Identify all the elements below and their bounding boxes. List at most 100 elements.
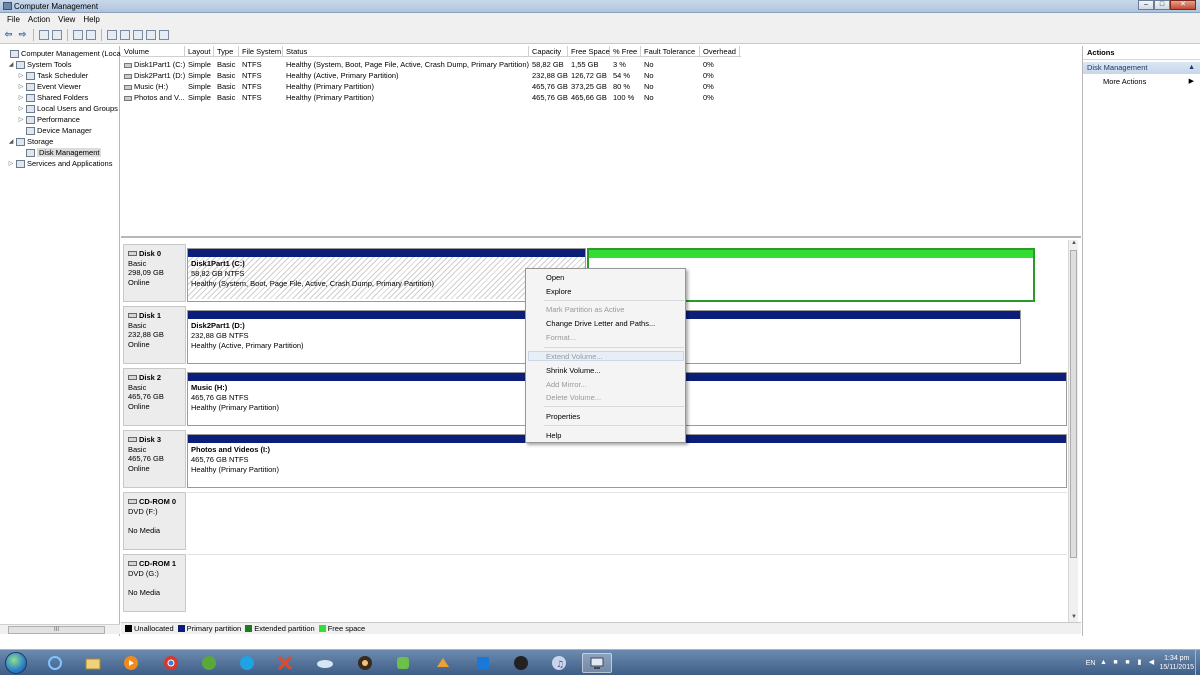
tree-item-device-manager[interactable]: Device Manager: [18, 125, 92, 136]
expand-arrow-icon[interactable]: ▷: [18, 83, 24, 90]
column-header-type[interactable]: Type: [214, 46, 239, 57]
disk-icon[interactable]: [120, 29, 130, 40]
chrome-icon[interactable]: [156, 653, 186, 673]
menu-help[interactable]: Help: [79, 13, 103, 26]
media-player-icon[interactable]: [116, 653, 146, 673]
column-header-free-space[interactable]: Free Space: [568, 46, 610, 57]
tree-item-local-users-and-groups[interactable]: ▷ Local Users and Groups: [18, 103, 118, 114]
menu-item-shrink-volume[interactable]: Shrink Volume...: [546, 366, 601, 375]
collapse-arrow-icon[interactable]: ◢: [8, 61, 14, 68]
tree-item-disk-management[interactable]: Disk Management: [18, 147, 102, 158]
layout-cell: Simple: [188, 82, 211, 91]
legend-swatch: [245, 625, 253, 632]
dropbox-icon[interactable]: [468, 653, 498, 673]
forward-arrow-icon[interactable]: ⇨: [17, 29, 28, 40]
file-explorer-icon[interactable]: [78, 653, 108, 673]
utorrent-icon[interactable]: [194, 653, 224, 673]
maximize-button[interactable]: □: [1154, 0, 1170, 10]
tree-item-storage[interactable]: ◢ Storage: [8, 136, 54, 147]
xmind-icon[interactable]: [270, 653, 300, 673]
skype-icon[interactable]: [232, 653, 262, 673]
scrollbar-thumb[interactable]: III: [8, 626, 105, 634]
scroll-up-icon[interactable]: ▲: [1070, 240, 1078, 248]
itunes-icon[interactable]: ♫: [544, 653, 574, 673]
expand-arrow-icon[interactable]: ▷: [18, 94, 24, 101]
icloud-icon[interactable]: [310, 653, 340, 673]
console-icon[interactable]: [86, 29, 96, 40]
show-desktop-button[interactable]: [1195, 650, 1200, 675]
menu-item-open[interactable]: Open: [546, 273, 564, 282]
tree-horizontal-scrollbar[interactable]: III: [0, 624, 120, 634]
tree-item-shared-folders[interactable]: ▷ Shared Folders: [18, 92, 89, 103]
close-button[interactable]: ✕: [1170, 0, 1196, 10]
paint-icon[interactable]: [428, 653, 458, 673]
collapse-arrow-icon[interactable]: ◢: [8, 138, 14, 145]
column-header-file-system[interactable]: File System: [239, 46, 283, 57]
network-icon[interactable]: ▮: [1135, 659, 1143, 667]
tray-app-icon[interactable]: ■: [1111, 659, 1119, 667]
column-header-volume[interactable]: Volume: [121, 46, 185, 57]
app-icon[interactable]: [350, 653, 380, 673]
table-row[interactable]: Disk2Part1 (D:) Simple Basic NTFS Health…: [121, 70, 741, 81]
actions-section-disk-management[interactable]: Disk Management ▲: [1083, 62, 1200, 74]
properties-icon[interactable]: [133, 29, 143, 40]
menu-file[interactable]: File: [3, 13, 24, 26]
clock[interactable]: 1:34 pm 15/11/2015: [1159, 654, 1194, 672]
toolbar-separator: [67, 28, 68, 41]
menu-item-change-drive-letter[interactable]: Change Drive Letter and Paths...: [546, 319, 655, 328]
expand-arrow-icon[interactable]: ▷: [18, 72, 24, 79]
up-folder-icon[interactable]: [39, 29, 49, 40]
evernote-icon[interactable]: [388, 653, 418, 673]
tree-item-services-and-applications[interactable]: ▷ Services and Applications: [8, 158, 113, 169]
disk-view-vertical-scrollbar[interactable]: ▲ ▼: [1068, 240, 1078, 622]
show-hidden-icons-icon[interactable]: ▲: [1099, 659, 1107, 667]
steam-icon[interactable]: [506, 653, 536, 673]
connect-icon[interactable]: [107, 29, 117, 40]
cdrom-label[interactable]: CD-ROM 0 DVD (F:) No Media: [123, 492, 186, 550]
tree-item-system-tools[interactable]: ◢ System Tools: [8, 59, 72, 70]
column-header-layout[interactable]: Layout: [185, 46, 214, 57]
column-header-percent-free[interactable]: % Free: [610, 46, 641, 57]
tree-item-event-viewer[interactable]: ▷ Event Viewer: [18, 81, 81, 92]
volume-icon[interactable]: ◀: [1147, 659, 1155, 667]
disk-label[interactable]: Disk 1 Basic 232,88 GB Online: [123, 306, 186, 364]
computer-management-icon[interactable]: [582, 653, 612, 673]
start-button[interactable]: [5, 652, 27, 674]
overhead-cell: 0%: [703, 93, 714, 102]
disk-label[interactable]: Disk 2 Basic 465,76 GB Online: [123, 368, 186, 426]
column-header-status[interactable]: Status: [283, 46, 529, 57]
expand-arrow-icon[interactable]: ▷: [8, 160, 14, 167]
back-arrow-icon[interactable]: ⇦: [3, 29, 14, 40]
collapse-caret-icon[interactable]: ▲: [1188, 62, 1195, 74]
expand-arrow-icon[interactable]: ▷: [18, 105, 24, 112]
tree-item-task-scheduler[interactable]: ▷ Task Scheduler: [18, 70, 89, 81]
minimize-button[interactable]: –: [1138, 0, 1154, 10]
column-header-capacity[interactable]: Capacity: [529, 46, 568, 57]
help-icon[interactable]: [73, 29, 83, 40]
scroll-down-icon[interactable]: ▼: [1070, 614, 1078, 622]
column-header-overhead[interactable]: Overhead: [700, 46, 740, 57]
tree-item-performance[interactable]: ▷ Performance: [18, 114, 80, 125]
cdrom-label[interactable]: CD-ROM 1 DVD (G:) No Media: [123, 554, 186, 612]
menu-item-help[interactable]: Help: [546, 431, 561, 440]
table-row[interactable]: Photos and V... Simple Basic NTFS Health…: [121, 92, 741, 103]
table-row[interactable]: Disk1Part1 (C:) Simple Basic NTFS Health…: [121, 59, 741, 70]
export-icon[interactable]: [159, 29, 169, 40]
tree-item-computer-management[interactable]: Computer Management (Local: [2, 48, 122, 59]
expand-arrow-icon[interactable]: ▷: [18, 116, 24, 123]
menu-item-properties[interactable]: Properties: [546, 412, 580, 421]
scrollbar-thumb[interactable]: [1070, 250, 1077, 558]
language-indicator[interactable]: EN: [1086, 660, 1096, 667]
more-actions-link[interactable]: More Actions: [1103, 77, 1146, 86]
refresh-icon[interactable]: [146, 29, 156, 40]
table-row[interactable]: Music (H:) Simple Basic NTFS Healthy (Pr…: [121, 81, 741, 92]
disk-label[interactable]: Disk 3 Basic 465,76 GB Online: [123, 430, 186, 488]
disk-label[interactable]: Disk 0 Basic 298,09 GB Online: [123, 244, 186, 302]
menu-action[interactable]: Action: [24, 13, 54, 26]
internet-explorer-icon[interactable]: [40, 653, 70, 673]
menu-item-explore[interactable]: Explore: [546, 287, 571, 296]
column-header-fault-tolerance[interactable]: Fault Tolerance: [641, 46, 700, 57]
tray-app-icon[interactable]: ■: [1123, 659, 1131, 667]
show-hide-tree-icon[interactable]: [52, 29, 62, 40]
menu-view[interactable]: View: [54, 13, 79, 26]
